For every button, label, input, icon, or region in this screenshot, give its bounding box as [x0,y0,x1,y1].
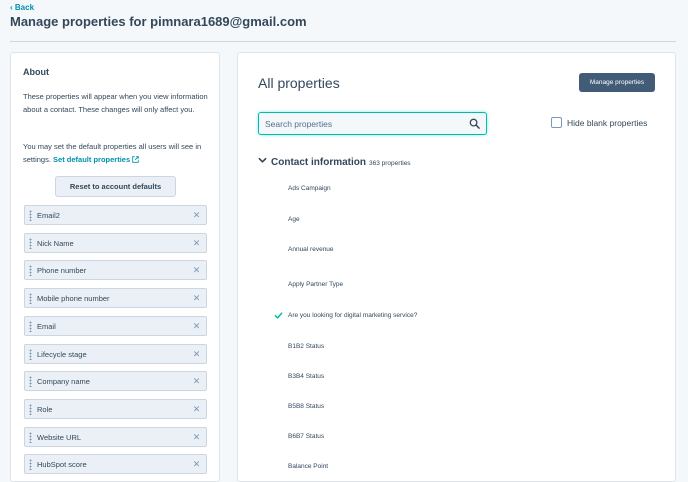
property-row[interactable]: B6B7 Status [288,433,324,440]
close-icon[interactable]: ✕ [192,460,201,469]
all-properties-panel: All properties Manage properties Hide bl… [237,52,676,482]
selected-property-label: HubSpot score [37,460,87,470]
selected-property-label: Nick Name [37,238,74,248]
close-icon[interactable]: ✕ [192,349,201,359]
property-row[interactable]: B3B4 Status [288,373,324,380]
search-input[interactable] [265,113,465,134]
contact-information-section-toggle[interactable]: Contact information 363 properties [258,152,411,170]
manage-properties-button[interactable]: Manage properties [579,73,655,92]
selected-property-item[interactable]: Email ✕ [24,315,207,336]
property-row[interactable]: Annual revenue [288,246,334,253]
selected-property-item[interactable]: Mobile phone number ✕ [24,288,207,309]
selected-property-item[interactable]: Company name ✕ [24,371,207,392]
about-settings-note: You may set the default properties all u… [23,142,202,164]
drag-handle-icon[interactable] [29,348,32,360]
drag-handle-icon[interactable] [29,320,32,332]
property-row[interactable]: Balance Point [288,463,328,470]
drag-handle-icon[interactable] [29,459,32,471]
chevron-down-icon [258,157,267,163]
selected-property-label: Phone number [37,266,87,276]
drag-handle-icon[interactable] [29,237,32,249]
back-link[interactable]: ‹ Back [10,3,34,12]
property-row[interactable]: B1B2 Status [288,343,324,350]
drag-handle-icon[interactable] [29,210,32,221]
search-icon[interactable] [469,118,480,129]
all-properties-title: All properties [258,75,340,91]
about-title: About [23,67,49,77]
property-row[interactable]: Ads Campaign [288,185,331,192]
section-count: 363 properties [369,160,411,167]
property-row[interactable]: Age [288,216,300,223]
close-icon[interactable]: ✕ [192,377,201,386]
search-box [258,112,487,135]
reset-to-defaults-button[interactable]: Reset to account defaults [55,176,176,197]
close-icon[interactable]: ✕ [192,266,201,275]
hide-blank-checkbox[interactable] [551,117,562,128]
close-icon[interactable]: ✕ [192,404,201,414]
selected-property-item[interactable]: Email2 ✕ [24,205,207,225]
selected-property-item[interactable]: Phone number ✕ [24,260,207,281]
selected-property-label: Lifecycle stage [37,349,87,359]
external-link-icon [132,155,139,163]
selected-property-item[interactable]: Role ✕ [24,398,207,419]
drag-handle-icon[interactable] [29,403,32,415]
selected-property-item[interactable]: HubSpot score ✕ [24,454,207,475]
close-icon[interactable]: ✕ [192,294,201,303]
property-row[interactable]: Apply Partner Type [288,281,343,288]
header-divider [10,41,676,42]
property-row[interactable]: Are you looking for digital marketing se… [288,312,417,319]
selected-property-item[interactable]: Lifecycle stage ✕ [24,343,207,364]
page-title: Manage properties for pimnara1689@gmail.… [10,14,307,29]
hide-blank-label[interactable]: Hide blank properties [567,118,647,128]
close-icon[interactable]: ✕ [192,211,201,220]
drag-handle-icon[interactable] [29,265,32,277]
section-title: Contact information [271,157,366,168]
selected-property-item[interactable]: Website URL ✕ [24,426,207,447]
selected-property-label: Role [37,404,53,414]
set-default-properties-link[interactable]: Set default properties [53,155,139,164]
selected-property-label: Mobile phone number [37,294,110,304]
selected-property-label: Website URL [37,432,82,442]
selected-property-label: Email [37,321,56,331]
drag-handle-icon[interactable] [29,376,32,388]
selected-property-item[interactable]: Nick Name ✕ [24,232,207,253]
selected-property-label: Email2 [37,211,60,220]
drag-handle-icon[interactable] [29,431,32,443]
drag-handle-icon[interactable] [29,293,32,305]
property-row[interactable]: B5B8 Status [288,403,324,410]
close-icon[interactable]: ✕ [192,238,201,248]
about-panel: About These properties will appear when … [10,52,220,482]
selected-property-label: Company name [37,377,90,387]
about-description: These properties will appear when you vi… [23,92,208,114]
close-icon[interactable]: ✕ [192,432,201,442]
close-icon[interactable]: ✕ [192,321,201,331]
checkmark-icon [274,312,283,319]
